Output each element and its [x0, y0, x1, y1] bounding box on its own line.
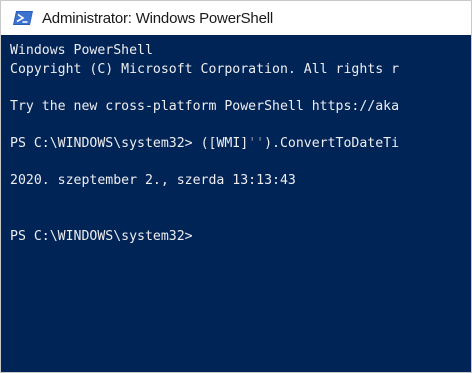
command-line: PS C:\WINDOWS\system32> ([WMI]'').Conver… — [10, 135, 471, 154]
command-output-line: 2020. szeptember 2., szerda 13:13:43 — [10, 173, 296, 189]
powershell-window: Administrator: Windows PowerShell Window… — [0, 0, 472, 373]
console-output[interactable]: Windows PowerShell Copyright (C) Microso… — [1, 35, 471, 372]
console-copyright-line: Copyright (C) Microsoft Corporation. All… — [10, 61, 400, 77]
prompt: PS C:\WINDOWS\system32> — [10, 135, 201, 151]
current-prompt: PS C:\WINDOWS\system32> — [10, 228, 193, 244]
command-string-literal: '' — [248, 135, 265, 151]
command-text: ([WMI] — [200, 135, 249, 151]
window-title: Administrator: Windows PowerShell — [42, 9, 273, 27]
console-header-line: Windows PowerShell — [10, 43, 153, 58]
console-tip-line: Try the new cross-platform PowerShell ht… — [10, 98, 400, 114]
powershell-icon — [13, 10, 33, 26]
title-bar[interactable]: Administrator: Windows PowerShell — [1, 1, 471, 35]
command-text: ).ConvertToDateTi — [264, 135, 400, 151]
